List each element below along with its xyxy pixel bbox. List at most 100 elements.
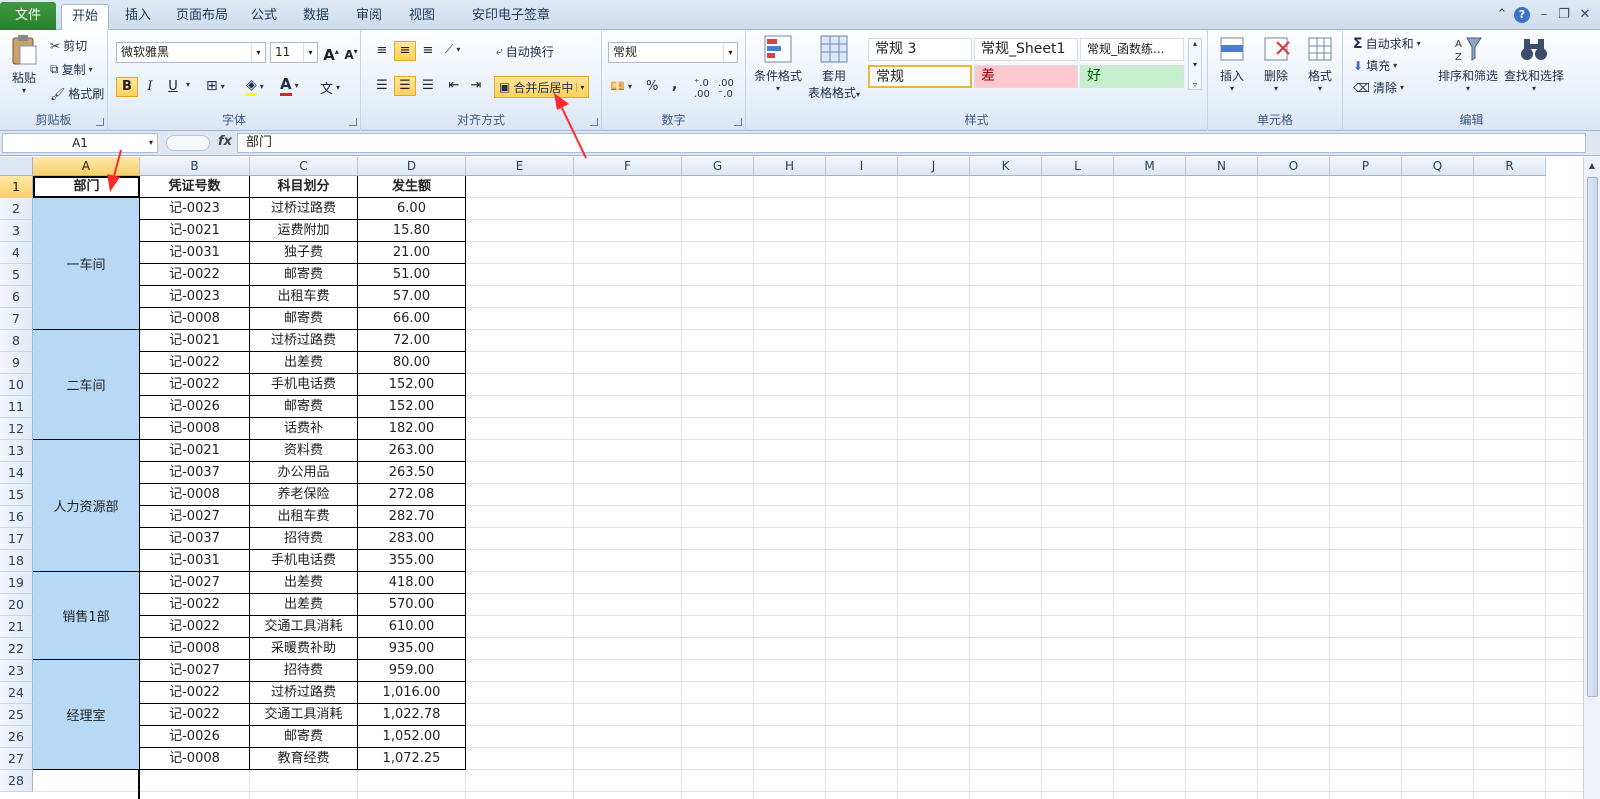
- cell-category[interactable]: 教育经费: [250, 748, 358, 770]
- cell-category[interactable]: 出租车费: [250, 286, 358, 308]
- row-header-25[interactable]: 25: [0, 704, 33, 726]
- cell-category[interactable]: 过桥过路费: [250, 682, 358, 704]
- cell-amount[interactable]: 263.50: [358, 462, 466, 484]
- tab-esign[interactable]: 安印电子签章: [456, 4, 566, 30]
- column-header-E[interactable]: E: [466, 157, 574, 176]
- cell-amount[interactable]: 21.00: [358, 242, 466, 264]
- cell-voucher[interactable]: 记-0031: [140, 550, 250, 572]
- cell-voucher[interactable]: 记-0008: [140, 484, 250, 506]
- cell-amount[interactable]: 80.00: [358, 352, 466, 374]
- cell-category[interactable]: 独子费: [250, 242, 358, 264]
- cell-amount[interactable]: 355.00: [358, 550, 466, 572]
- insert-function-icon[interactable]: fx: [218, 134, 232, 149]
- column-header-K[interactable]: K: [970, 157, 1042, 176]
- cell-category[interactable]: 出差费: [250, 594, 358, 616]
- tab-page-layout[interactable]: 页面布局: [170, 4, 234, 30]
- cell-voucher[interactable]: 记-0021: [140, 440, 250, 462]
- cell-amount[interactable]: 6.00: [358, 198, 466, 220]
- row-header-8[interactable]: 8: [0, 330, 33, 352]
- cell-category[interactable]: 资料费: [250, 440, 358, 462]
- cell-voucher[interactable]: 记-0008: [140, 308, 250, 330]
- percent-button[interactable]: %: [646, 79, 658, 94]
- align-top-button[interactable]: ≡: [371, 41, 393, 61]
- cell-amount[interactable]: 72.00: [358, 330, 466, 352]
- cell-category[interactable]: 出差费: [250, 352, 358, 374]
- conditional-format-button[interactable]: 条件格式 ▾: [750, 34, 806, 93]
- column-header-B[interactable]: B: [140, 157, 250, 176]
- cell-voucher[interactable]: 记-0026: [140, 396, 250, 418]
- row-header-23[interactable]: 23: [0, 660, 33, 682]
- formula-input[interactable]: 部门: [237, 133, 1586, 153]
- cell-c1-header[interactable]: 科目划分: [250, 176, 358, 198]
- format-cells-button[interactable]: 格式 ▾: [1300, 34, 1340, 93]
- row-header-16[interactable]: 16: [0, 506, 33, 528]
- row-header-13[interactable]: 13: [0, 440, 33, 462]
- cell-voucher[interactable]: 记-0022: [140, 264, 250, 286]
- cell-category[interactable]: 运费附加: [250, 220, 358, 242]
- row-header-11[interactable]: 11: [0, 396, 33, 418]
- cell-category[interactable]: 手机电话费: [250, 550, 358, 572]
- cell-amount[interactable]: 959.00: [358, 660, 466, 682]
- cell-amount[interactable]: 15.80: [358, 220, 466, 242]
- row-header-5[interactable]: 5: [0, 264, 33, 286]
- align-center-button[interactable]: ☰: [394, 76, 416, 96]
- underline-dropdown-icon[interactable]: ▾: [186, 80, 190, 89]
- tab-formulas[interactable]: 公式: [244, 4, 284, 30]
- worksheet-grid[interactable]: ABCDEFGHIJKLMNOPQR 1 2 3 4 5 6 7 8 9 10 11 12 13 14 15…: [0, 157, 1600, 799]
- cell-category[interactable]: 出差费: [250, 572, 358, 594]
- row-header-22[interactable]: 22: [0, 638, 33, 660]
- cell-amount[interactable]: 1,016.00: [358, 682, 466, 704]
- cell-voucher[interactable]: 记-0027: [140, 660, 250, 682]
- cell-amount[interactable]: 283.00: [358, 528, 466, 550]
- align-bottom-button[interactable]: ≡: [417, 41, 439, 61]
- cell-voucher[interactable]: 记-0022: [140, 352, 250, 374]
- scroll-up-icon[interactable]: ▲: [1586, 159, 1598, 173]
- cell-amount[interactable]: 1,072.25: [358, 748, 466, 770]
- cell-amount[interactable]: 57.00: [358, 286, 466, 308]
- cell-category[interactable]: 邮寄费: [250, 726, 358, 748]
- increase-decimal-button[interactable]: ⁺.0.00: [694, 78, 710, 100]
- row-header-9[interactable]: 9: [0, 352, 33, 374]
- row-header-7[interactable]: 7: [0, 308, 33, 330]
- chevron-down-icon[interactable]: ▾: [149, 134, 153, 152]
- cell-voucher[interactable]: 记-0022: [140, 704, 250, 726]
- cell-voucher[interactable]: 记-0022: [140, 374, 250, 396]
- column-header-M[interactable]: M: [1114, 157, 1186, 176]
- cell-amount[interactable]: 1,052.00: [358, 726, 466, 748]
- cell-b1-header[interactable]: 凭证号数: [140, 176, 250, 198]
- grow-font-button[interactable]: A▴: [320, 42, 342, 64]
- cell-category[interactable]: 过桥过路费: [250, 330, 358, 352]
- style-bad[interactable]: 差: [974, 65, 1078, 88]
- row-header-3[interactable]: 3: [0, 220, 33, 242]
- cell-category[interactable]: 养老保险: [250, 484, 358, 506]
- decrease-decimal-button[interactable]: .00 ⁻.0: [718, 78, 734, 100]
- tab-data[interactable]: 数据: [296, 4, 336, 30]
- row-header-18[interactable]: 18: [0, 550, 33, 572]
- vertical-scrollbar[interactable]: ▲: [1583, 157, 1600, 799]
- cell-amount[interactable]: 282.70: [358, 506, 466, 528]
- cell-amount[interactable]: 418.00: [358, 572, 466, 594]
- bold-button[interactable]: B: [116, 77, 138, 97]
- accounting-format-button[interactable]: 💴 ▾: [610, 79, 632, 93]
- column-header-I[interactable]: I: [826, 157, 898, 176]
- cell-amount[interactable]: 272.08: [358, 484, 466, 506]
- tab-file[interactable]: 文件: [0, 2, 56, 30]
- cell-voucher[interactable]: 记-0037: [140, 528, 250, 550]
- cell-d1-header[interactable]: 发生额: [358, 176, 466, 198]
- format-painter-button[interactable]: 🖌 格式刷: [50, 85, 104, 102]
- column-header-J[interactable]: J: [898, 157, 970, 176]
- tab-home[interactable]: 开始: [61, 4, 109, 31]
- number-launcher-icon[interactable]: [734, 118, 742, 126]
- font-size-select[interactable]: 11 ▾: [270, 42, 318, 63]
- cell-amount[interactable]: 570.00: [358, 594, 466, 616]
- format-as-table-button[interactable]: 套用 表格格式▾: [806, 34, 862, 101]
- style-good[interactable]: 好: [1080, 65, 1184, 88]
- font-name-select[interactable]: 微软雅黑 ▾: [116, 42, 266, 63]
- formula-expand-handle[interactable]: [166, 135, 210, 151]
- alignment-launcher-icon[interactable]: [590, 118, 598, 126]
- column-header-H[interactable]: H: [754, 157, 826, 176]
- merged-cell-department[interactable]: 销售1部: [33, 572, 140, 660]
- column-header-R[interactable]: R: [1474, 157, 1546, 176]
- help-icon[interactable]: ?: [1514, 7, 1530, 23]
- tab-view[interactable]: 视图: [402, 4, 442, 30]
